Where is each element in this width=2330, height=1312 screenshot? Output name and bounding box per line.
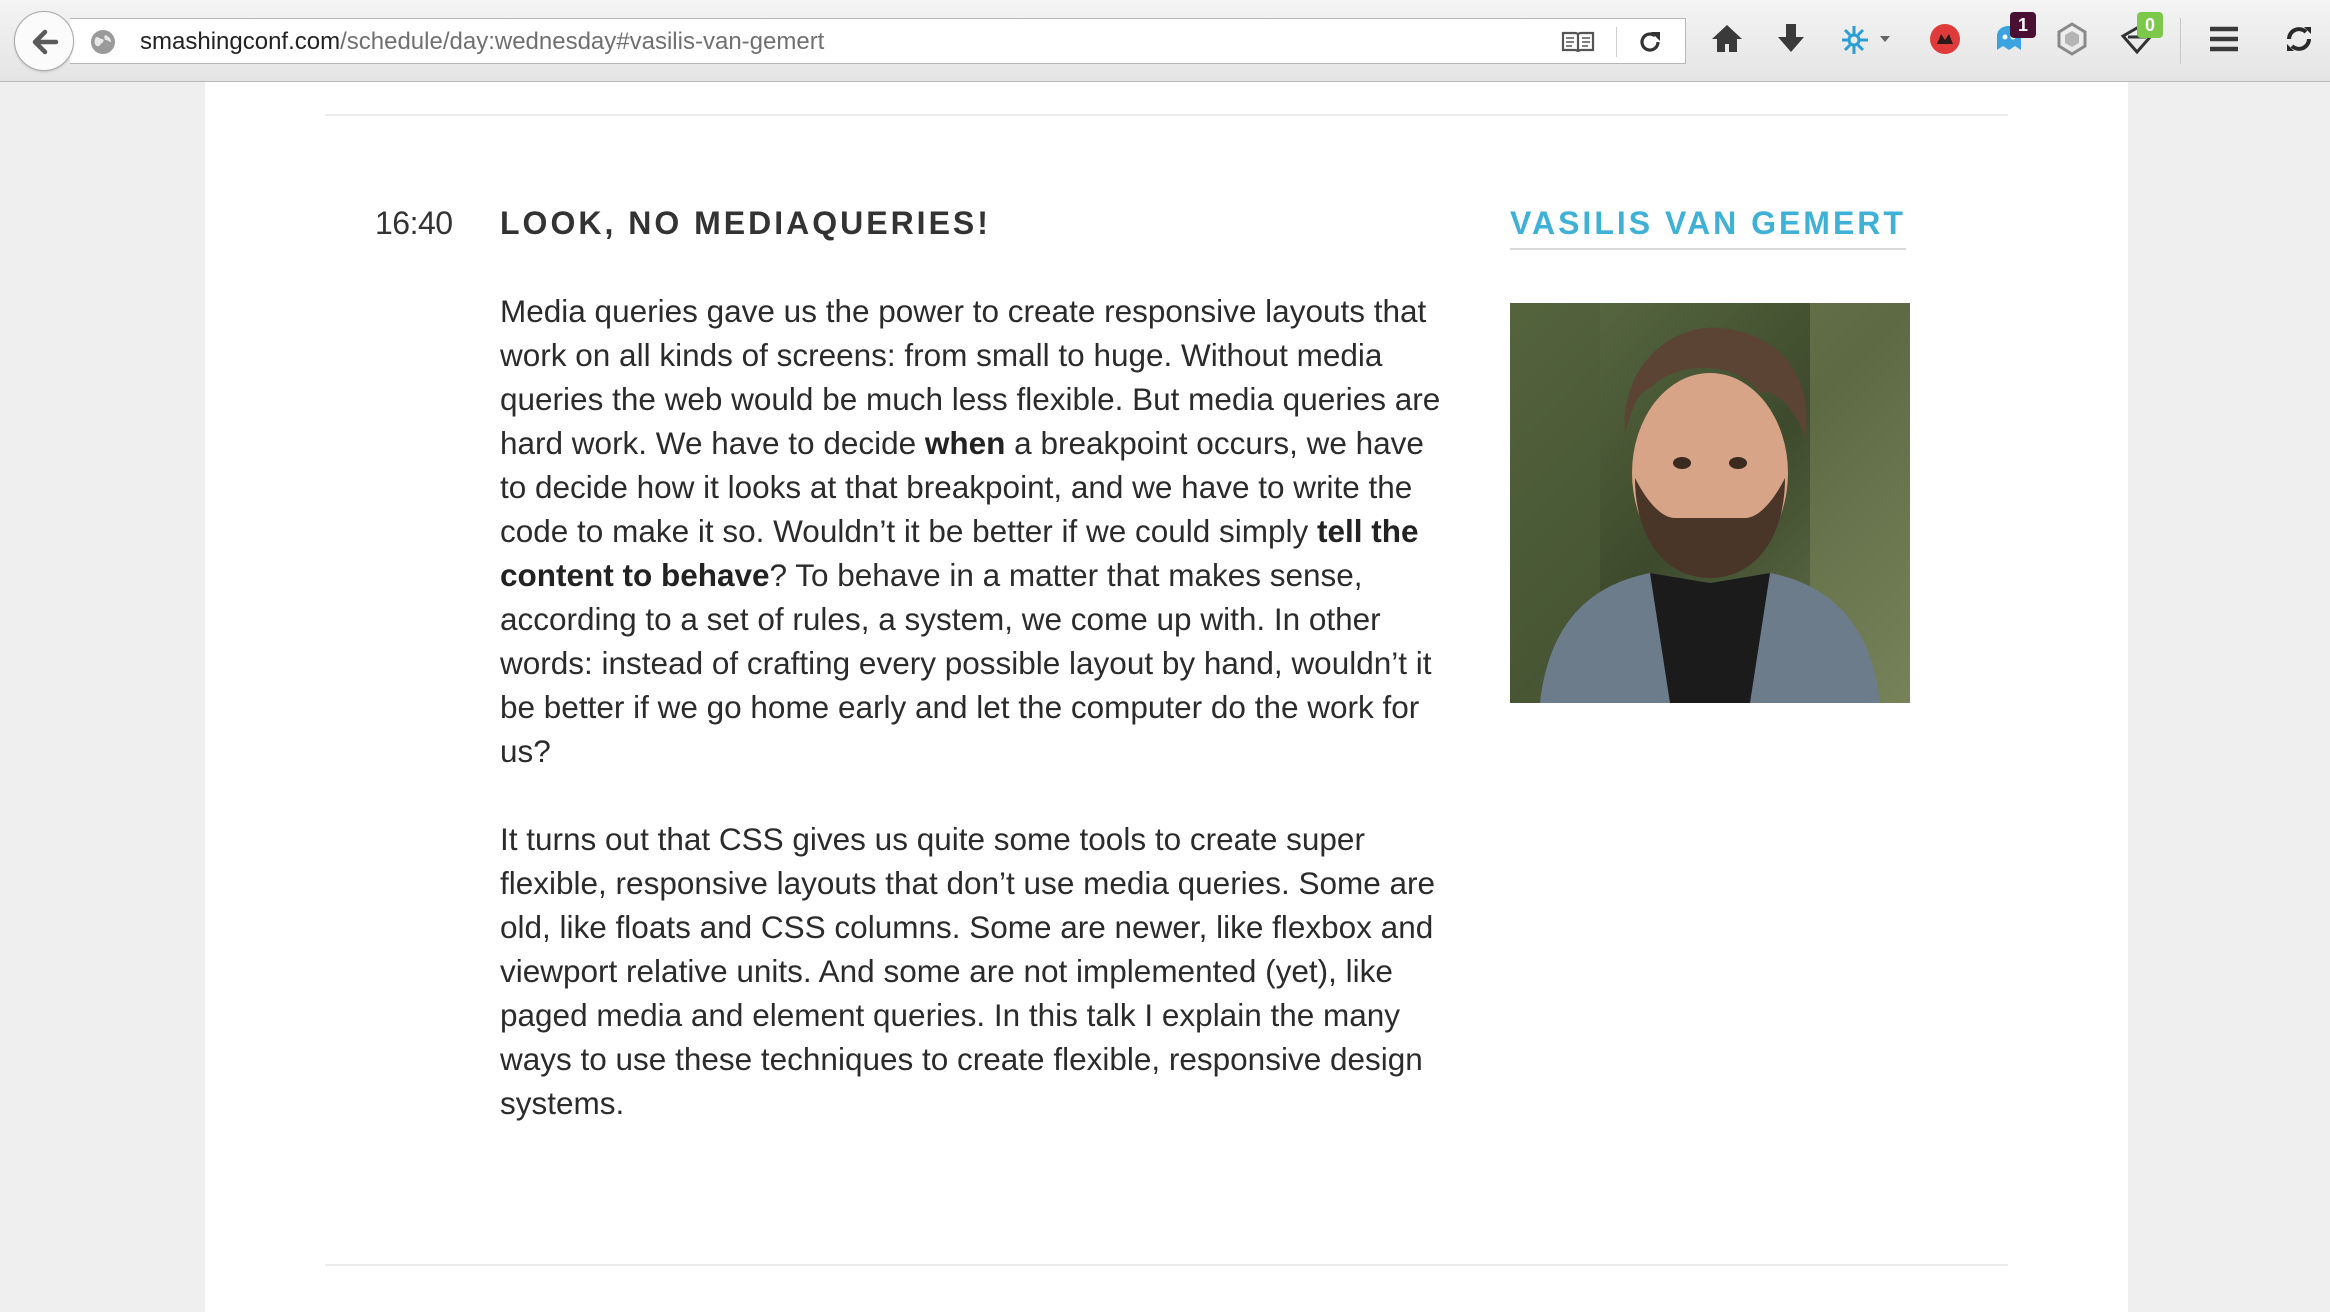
description-paragraph-1: Media queries gave us the power to creat…: [500, 289, 1450, 773]
talk-description: Media queries gave us the power to creat…: [500, 289, 1450, 1169]
talk-title: LOOK, NO MEDIAQUERIES!: [500, 205, 991, 241]
talk-time: 16:40: [375, 205, 453, 241]
toolbar-divider: [2180, 18, 2181, 64]
browser-toolbar: smashingconf.com/schedule/day:wednesday#…: [0, 0, 2330, 82]
reload-icon[interactable]: [1637, 29, 1663, 60]
sync-icon[interactable]: [2282, 22, 2316, 61]
back-button[interactable]: [14, 11, 74, 71]
home-icon[interactable]: [1710, 22, 1744, 61]
speaker-name-link[interactable]: VASILIS VAN GEMERT: [1510, 205, 1906, 250]
description-paragraph-2: It turns out that CSS gives us quite som…: [500, 821, 1436, 1121]
url-text[interactable]: smashingconf.com/schedule/day:wednesday#…: [140, 19, 824, 65]
back-arrow-icon: [32, 29, 59, 55]
url-path: /schedule/day:wednesday#vasilis-van-geme…: [340, 28, 825, 55]
globe-icon: [90, 29, 116, 60]
page-margin-left: [0, 82, 205, 1312]
description-emphasis: when: [924, 425, 1006, 461]
schedule-content: 16:40 LOOK, NO MEDIAQUERIES! VASILIS VAN…: [205, 82, 2128, 1312]
url-host: smashingconf.com: [140, 28, 341, 55]
menu-icon[interactable]: [2207, 22, 2241, 61]
red-extension-icon[interactable]: [1928, 22, 1962, 61]
network-extension-icon[interactable]: [1840, 22, 1892, 61]
top-divider: [325, 114, 2008, 116]
url-bar[interactable]: smashingconf.com/schedule/day:wednesday#…: [70, 18, 1686, 64]
url-bar-separator: [1616, 27, 1617, 57]
speaker-photo[interactable]: [1510, 303, 1910, 703]
hexagon-extension-icon[interactable]: [2056, 22, 2088, 61]
extension-badge: 0: [2137, 12, 2163, 38]
page-margin-right: [2128, 82, 2330, 1312]
download-icon[interactable]: [1775, 22, 1807, 61]
tweetdeck-badge: 1: [2010, 12, 2036, 38]
bottom-divider: [325, 1264, 2008, 1266]
reader-view-icon[interactable]: [1561, 30, 1595, 59]
